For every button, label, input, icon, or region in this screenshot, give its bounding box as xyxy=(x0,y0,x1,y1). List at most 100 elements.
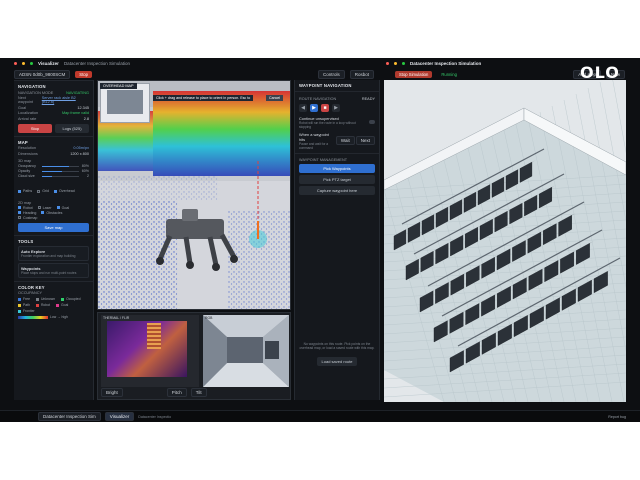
taskbar: Datacenter Inspection Sim Visualizer Dat… xyxy=(0,410,640,422)
checkbox-label: Costmap xyxy=(23,215,38,220)
checkbox-label: Grid xyxy=(42,189,49,193)
legend-item: Goal xyxy=(56,303,68,307)
slider-fill[interactable] xyxy=(42,175,53,177)
taskbar-item-sim[interactable]: Datacenter Inspection Sim xyxy=(38,412,101,421)
wait-button[interactable]: Wait xyxy=(335,136,355,145)
desktop-screen: Visualizer Datacenter Inspection Simulat… xyxy=(0,58,640,422)
map-2d-label: 2D map xyxy=(18,200,32,205)
play-icon[interactable]: ▶ xyxy=(310,103,318,112)
checkbox-obstacles[interactable]: Obstacles xyxy=(41,211,62,215)
checkbox-paths[interactable]: Paths xyxy=(18,189,32,193)
slider-value: 80% xyxy=(81,163,89,168)
next-waypoint-link[interactable]: Server rack aisle B2 (B12.6) xyxy=(42,96,89,104)
legend-item: Path xyxy=(18,303,30,307)
taskbar-item-visualizer-sub: Datacenter Inspectio xyxy=(138,414,172,419)
checkbox-label: Laser xyxy=(42,205,52,210)
pick-ptz-button[interactable]: Pick PTZ target xyxy=(299,175,375,184)
checkbox-label: Robot xyxy=(23,205,33,210)
auto-explore-tool[interactable]: Auto Explore Frontier exploration and map… xyxy=(18,245,89,261)
stop-chip[interactable]: Stop xyxy=(75,71,92,78)
minimap-inset[interactable] xyxy=(100,83,150,123)
height-gradient-bar xyxy=(18,315,48,319)
minimize-dot-icon[interactable] xyxy=(394,62,397,65)
slider-fill[interactable] xyxy=(42,165,70,167)
slider-value: 60% xyxy=(81,168,89,173)
reached-title: When a waypoint hits xyxy=(299,131,329,142)
close-dot-icon[interactable] xyxy=(386,62,389,65)
waypoints-tool[interactable]: Waypoints Place stops and run multi-point… xyxy=(18,262,89,278)
simulation-3d-view[interactable] xyxy=(384,80,626,402)
device-selector[interactable]: ADSN 0d0b_9800SCM xyxy=(14,70,71,79)
minimize-dot-icon[interactable] xyxy=(22,62,25,65)
camera-feeds: THERMAL / FLIR RGB Bright Pitch Tilt xyxy=(97,312,291,400)
thermal-feed[interactable]: THERMAL / FLIR xyxy=(101,315,199,387)
datacenter-scene xyxy=(384,80,626,402)
color-key-section: COLOR KEY OCCUPANCY Free Unknown Occupied P… xyxy=(14,280,93,323)
checkbox-heading[interactable]: Heading xyxy=(18,211,36,215)
slider-label: Cloud size xyxy=(18,173,35,178)
waypoint-title: WAYPOINT NAVIGATION xyxy=(299,83,352,88)
overhead-cancel-button[interactable]: Cancel xyxy=(266,95,284,101)
overhead-map-view[interactable]: OVERHEAD MAP Click + drag and release to… xyxy=(97,80,291,310)
localization-value: Map frame valid xyxy=(61,111,89,115)
rgb-feed[interactable]: RGB xyxy=(203,315,289,387)
save-map-button[interactable]: Save map xyxy=(18,222,89,232)
rosbot-tab[interactable]: Rosbot xyxy=(349,70,374,79)
map-slider[interactable]: Occupancy 80% xyxy=(18,163,89,168)
rgb-label: RGB xyxy=(205,316,213,320)
map-slider[interactable]: Opacity 60% xyxy=(18,168,89,173)
legend-item: Frontier xyxy=(18,309,35,313)
slider-value: 2 xyxy=(87,173,89,178)
slider-label: Occupancy xyxy=(18,163,36,168)
report-bug-link[interactable]: Report bug xyxy=(608,415,626,419)
running-status: Running xyxy=(441,72,457,77)
checkbox-grid[interactable]: Grid xyxy=(37,189,49,193)
tools-title: TOOLS xyxy=(18,238,34,244)
capture-waypoint-button[interactable]: Capture waypoint here xyxy=(299,186,375,195)
stop-simulation-button[interactable]: Stop Simulation xyxy=(395,71,433,78)
localization-label: Localization xyxy=(18,111,39,115)
maximize-dot-icon[interactable] xyxy=(30,62,33,65)
logs-button[interactable]: Logs (525) xyxy=(55,123,89,133)
map-slider[interactable]: Cloud size 2 xyxy=(18,173,89,178)
left-window-title: Visualizer xyxy=(38,61,59,66)
controls-tab[interactable]: Controls xyxy=(317,70,345,79)
tilt-control[interactable]: Tilt xyxy=(190,388,207,397)
pitch-control[interactable]: Pitch xyxy=(166,388,187,397)
reached-desc: Pause and wait for a command xyxy=(299,141,329,150)
tools-section: TOOLS Auto Explore Frontier exploration a… xyxy=(14,234,93,281)
waypoints-desc: Place stops and run multi-point routes xyxy=(21,270,77,275)
continue-toggle[interactable] xyxy=(369,120,375,124)
arrival-rate-value: 2.8 xyxy=(83,116,89,121)
checkbox-laser[interactable]: Laser xyxy=(37,205,52,210)
watermark-logo: OLO xyxy=(580,63,620,82)
stop-icon[interactable]: ■ xyxy=(321,103,329,112)
navigation-title: NAVIGATION xyxy=(18,84,46,89)
load-route-button[interactable]: Load saved route xyxy=(317,357,357,366)
taskbar-item-visualizer[interactable]: Visualizer xyxy=(104,412,135,421)
checkbox-costmap[interactable]: Costmap xyxy=(18,216,37,220)
close-dot-icon[interactable] xyxy=(14,62,17,65)
slider-fill[interactable] xyxy=(42,170,63,172)
nav-stop-button[interactable]: Stop xyxy=(18,123,52,133)
overhead-hint: Click + drag and release to place to ori… xyxy=(153,95,254,101)
route-controls: ◀ ▶ ■ ▶ xyxy=(299,103,375,112)
pick-waypoints-button[interactable]: Pick Waypoints xyxy=(299,164,375,173)
next-icon[interactable]: ▶ xyxy=(332,103,340,112)
empty-route-note: No waypoints on this route. Pick points … xyxy=(299,342,375,351)
previous-icon[interactable]: ◀ xyxy=(299,103,307,112)
checkbox-overhead[interactable]: Overhead xyxy=(54,189,75,193)
left-sidebar: NAVIGATION NAVIGATION MODE NAVIGATING Nex… xyxy=(14,80,94,400)
maximize-dot-icon[interactable] xyxy=(402,62,405,65)
bright-control[interactable]: Bright xyxy=(101,388,123,397)
checkbox-goal[interactable]: Goal xyxy=(56,206,69,210)
dimensions-label: Dimensions xyxy=(18,151,38,156)
navigation-section: NAVIGATION NAVIGATION MODE NAVIGATING Nex… xyxy=(14,80,93,136)
next-waypoint-label: Next waypoint xyxy=(18,96,33,104)
overhead-map-title: OVERHEAD MAP xyxy=(100,83,137,89)
color-key-title: COLOR KEY xyxy=(18,284,45,290)
gradient-label: Low → high xyxy=(50,315,68,319)
legend-item: Unknown xyxy=(35,297,55,301)
next-button[interactable]: Next xyxy=(355,136,375,145)
checkbox-robot[interactable]: Robot xyxy=(18,206,33,210)
